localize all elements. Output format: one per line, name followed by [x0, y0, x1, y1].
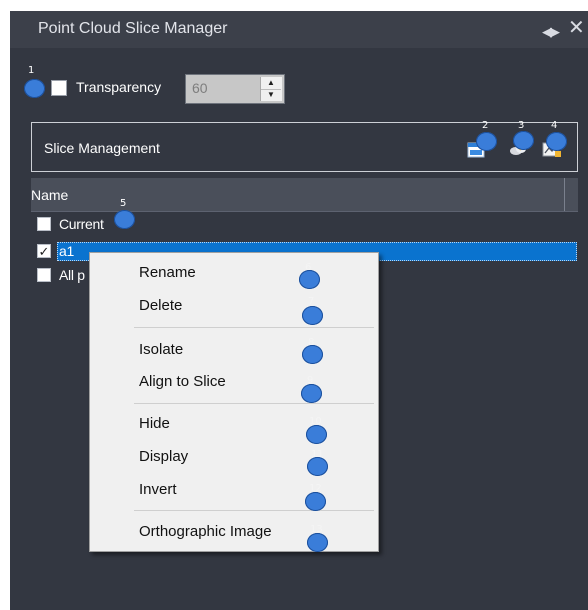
annotation-number: 11: [311, 449, 324, 460]
row-label: Current: [59, 216, 104, 232]
annotation-number: 7: [308, 296, 315, 307]
row-checkbox[interactable]: [37, 268, 51, 282]
annotation-number: 1: [28, 65, 35, 76]
spin-down-icon[interactable]: ▼: [261, 89, 281, 101]
menu-item-rename[interactable]: Rename: [139, 264, 196, 281]
transparency-value: 60: [192, 80, 208, 96]
menu-separator: [134, 510, 374, 511]
menu-item-hide[interactable]: Hide: [139, 415, 170, 432]
name-column-header: Name: [31, 187, 69, 203]
close-icon[interactable]: ✕: [568, 17, 585, 39]
annotation-number: 4: [551, 120, 558, 131]
transparency-spinbox[interactable]: 60 ▲ ▼: [185, 74, 285, 104]
annotation-marker: [476, 132, 497, 151]
context-menu: Rename Delete Isolate Align to Slice Hid…: [89, 252, 379, 552]
menu-item-isolate[interactable]: Isolate: [139, 341, 183, 358]
annotation-number: 8: [308, 337, 315, 348]
annotation-marker: [24, 79, 45, 98]
annotation-marker: [513, 131, 534, 150]
slice-management-group: Slice Management: [31, 122, 578, 172]
menu-separator: [134, 403, 374, 404]
annotation-marker: [306, 425, 327, 444]
annotation-number: 2: [482, 120, 489, 131]
annotation-number: 12: [309, 483, 322, 494]
row-label: a1: [59, 243, 74, 259]
annotation-number: 9: [307, 375, 314, 386]
annotation-number: 5: [120, 198, 127, 209]
menu-item-orthographic-image[interactable]: Orthographic Image: [139, 523, 272, 540]
spin-buttons: ▲ ▼: [260, 77, 282, 101]
annotation-number: 13: [310, 524, 323, 535]
annotation-number: 3: [518, 120, 525, 131]
transparency-checkbox[interactable]: [51, 80, 67, 96]
menu-separator: [134, 327, 374, 328]
menu-item-delete[interactable]: Delete: [139, 297, 182, 314]
pin-icon[interactable]: ◀▶: [542, 21, 560, 43]
menu-item-display[interactable]: Display: [139, 448, 188, 465]
annotation-marker: [301, 384, 322, 403]
transparency-label: Transparency: [76, 79, 162, 95]
list-item[interactable]: Current: [31, 215, 577, 234]
window-title: Point Cloud Slice Manager: [38, 20, 228, 37]
row-checkbox[interactable]: [37, 217, 51, 231]
annotation-marker: [302, 306, 323, 325]
menu-item-align-to-slice[interactable]: Align to Slice: [139, 373, 226, 390]
annotation-number: 6: [305, 262, 312, 273]
list-header[interactable]: Name: [31, 178, 578, 212]
column-divider[interactable]: [564, 178, 565, 211]
title-bar: Point Cloud Slice Manager ◀▶ ✕: [10, 11, 588, 48]
annotation-number: 10: [309, 416, 322, 427]
row-checkbox[interactable]: ✓: [37, 244, 51, 258]
slice-management-label: Slice Management: [44, 140, 160, 156]
menu-item-invert[interactable]: Invert: [139, 481, 177, 498]
annotation-marker: [307, 533, 328, 552]
row-label: All p: [59, 267, 85, 283]
annotation-marker: [546, 132, 567, 151]
annotation-marker: [114, 210, 135, 229]
annotation-marker: [305, 492, 326, 511]
